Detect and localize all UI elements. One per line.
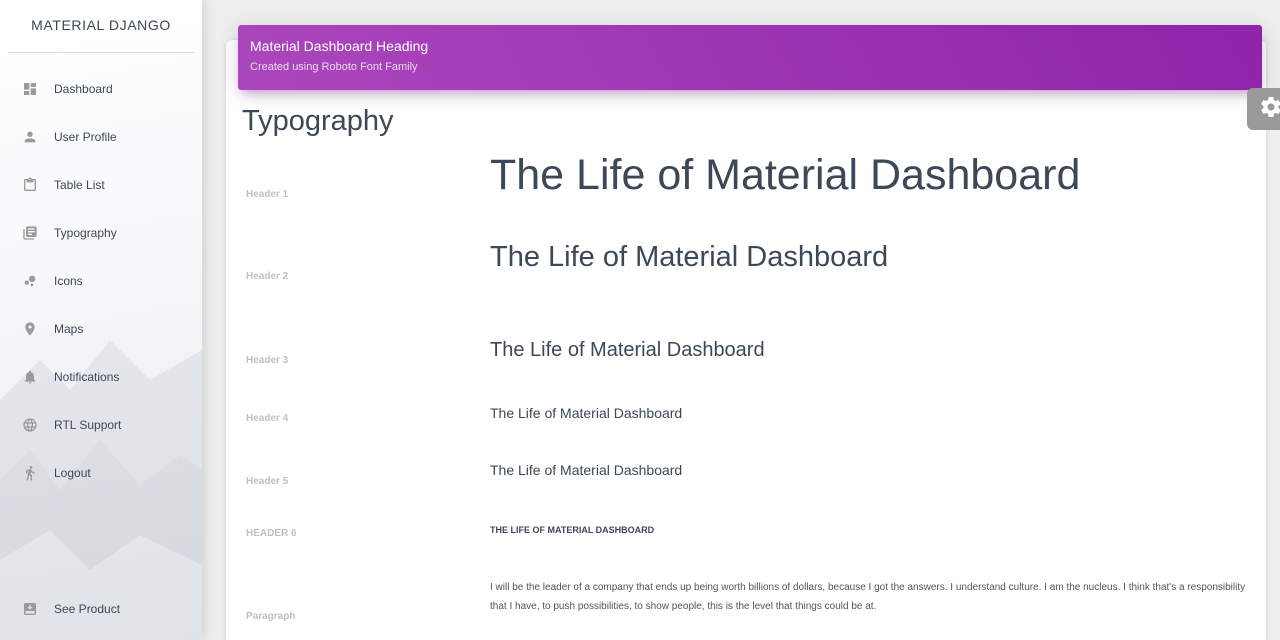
row-label: Header 2 — [246, 271, 289, 282]
sidebar-item-logout[interactable]: Logout — [0, 449, 202, 497]
sidebar-item-maps[interactable]: Maps — [0, 305, 202, 353]
card-header: Material Dashboard Heading Created using… — [238, 25, 1262, 90]
sidebar-item-table-list[interactable]: Table List — [0, 161, 202, 209]
person-icon — [22, 129, 38, 145]
sidebar: MATERIAL DJANGO Dashboard User Profile T… — [0, 0, 202, 640]
product-icon — [22, 601, 38, 617]
sidebar-item-user-profile[interactable]: User Profile — [0, 113, 202, 161]
sidebar-item-label: Icons — [54, 274, 83, 288]
h1-sample: The Life of Material Dashboard — [490, 151, 1081, 199]
h6-sample: THE LIFE OF MATERIAL DASHBOARD — [490, 525, 655, 535]
sidebar-item-label: Table List — [54, 178, 105, 192]
sidebar-item-notifications[interactable]: Notifications — [0, 353, 202, 401]
h3-sample: The Life of Material Dashboard — [490, 339, 765, 361]
sidebar-item-label: Maps — [54, 322, 84, 336]
sidebar-item-label: See Product — [54, 602, 121, 616]
sidebar-item-see-product[interactable]: See Product — [0, 585, 202, 633]
sidebar-item-label: Typography — [54, 226, 117, 240]
row-label: HEADER 6 — [246, 528, 297, 539]
running-icon — [22, 465, 38, 481]
library-books-icon — [22, 225, 38, 241]
card-title: Material Dashboard Heading — [250, 38, 429, 54]
sidebar-item-icons[interactable]: Icons — [0, 257, 202, 305]
location-pin-icon — [22, 321, 38, 337]
sidebar-nav: Dashboard User Profile Table List Typogr… — [0, 65, 202, 497]
row-label: Header 5 — [246, 476, 289, 487]
bell-icon — [22, 369, 38, 385]
row-label: Header 4 — [246, 413, 289, 424]
row-label: Header 3 — [246, 355, 289, 366]
sidebar-item-rtl-support[interactable]: RTL Support — [0, 401, 202, 449]
bubble-chart-icon — [22, 273, 38, 289]
sidebar-item-label: Logout — [54, 466, 91, 480]
h4-sample: The Life of Material Dashboard — [490, 405, 683, 421]
fixed-plugin-toggle[interactable] — [1247, 88, 1280, 130]
card-subtitle: Created using Roboto Font Family — [250, 61, 418, 73]
brand-logo-text[interactable]: MATERIAL DJANGO — [0, 0, 202, 53]
clipboard-icon — [22, 177, 38, 193]
page-title: Typography — [242, 105, 394, 137]
sidebar-item-label: RTL Support — [54, 418, 122, 432]
dashboard-icon — [22, 81, 38, 97]
sidebar-item-typography[interactable]: Typography — [0, 209, 202, 257]
sidebar-item-label: Dashboard — [54, 82, 113, 96]
row-label: Paragraph — [246, 611, 296, 622]
sidebar-item-label: Notifications — [54, 370, 120, 384]
sidebar-item-dashboard[interactable]: Dashboard — [0, 65, 202, 113]
sidebar-item-label: User Profile — [54, 130, 117, 144]
gear-icon — [1251, 95, 1280, 124]
globe-icon — [22, 417, 38, 433]
row-label: Header 1 — [246, 189, 289, 200]
h5-sample: The Life of Material Dashboard — [490, 462, 683, 478]
paragraph-sample: I will be the leader of a company that e… — [490, 582, 1246, 612]
h2-sample: The Life of Material Dashboard — [490, 241, 889, 273]
